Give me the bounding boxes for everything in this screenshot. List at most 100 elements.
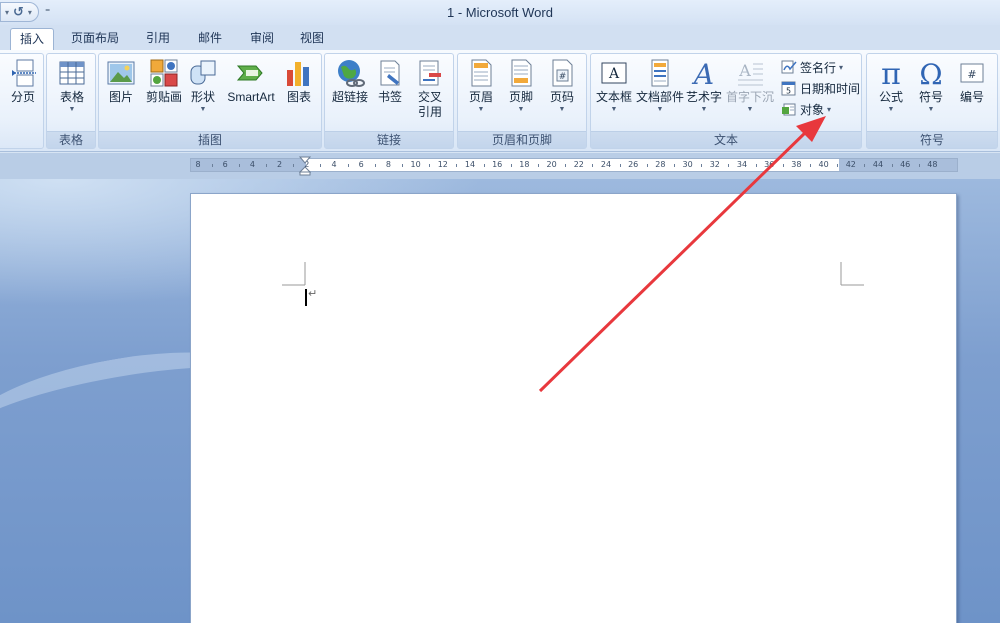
chart-icon: [287, 62, 309, 86]
pi-icon: π: [881, 58, 901, 88]
window-title: 1 - Microsoft Word: [447, 5, 553, 20]
dropdown-arrow-icon: ▼: [746, 106, 754, 113]
ruler-tick-mark: [374, 164, 376, 167]
crop-mark-top-right: [840, 262, 864, 286]
page-number-button[interactable]: # 页码 ▼: [544, 58, 580, 115]
footer-button[interactable]: 页脚 ▼: [504, 58, 538, 115]
ribbon: 分页 表格 ▼ 表格 图片 剪贴画 形状 ▼ SmartArt 图表 插图 超链…: [0, 50, 1000, 152]
ruler-tick-mark: [456, 164, 458, 167]
object-button[interactable]: 对象 ▾: [781, 100, 831, 118]
group-header-footer: 页眉 ▼ 页脚 ▼ # 页码 ▼ 页眉和页脚: [457, 53, 587, 149]
table-button[interactable]: 表格 ▼: [51, 58, 93, 115]
ruler-tick-mark: [891, 164, 893, 167]
quick-parts-icon: [651, 59, 669, 87]
hyperlink-button[interactable]: 超链接: [329, 58, 371, 105]
date-time-button[interactable]: 5 日期和时间: [781, 79, 860, 97]
ruler-tick-mark: [538, 164, 539, 167]
signature-line-button[interactable]: 签名行 ▾: [781, 58, 843, 76]
group-symbols: π 公式 ▼ Ω 符号 ▼ # 编号 符号: [866, 53, 998, 149]
cross-reference-button[interactable]: 交叉 引用: [411, 58, 449, 120]
dropdown-arrow-icon: ▾: [827, 104, 832, 114]
shapes-button[interactable]: 形状 ▼: [187, 58, 219, 115]
numbering-button[interactable]: # 编号: [953, 58, 991, 105]
ruler-tick-mark: [728, 164, 730, 167]
picture-button[interactable]: 图片: [103, 58, 139, 105]
text-cursor: [305, 289, 307, 306]
ruler-tick-label: 16: [492, 160, 503, 169]
bookmark-button[interactable]: 书签: [373, 58, 407, 105]
group-links: 超链接 书签 交叉 引用 链接: [324, 53, 454, 149]
hyperlink-icon: [338, 60, 365, 87]
ruler-tick-mark: [864, 164, 866, 167]
ruler-tick-label: 38: [791, 160, 802, 169]
ruler-tick-mark: [674, 164, 675, 167]
ruler-tick-label: 10: [410, 160, 421, 169]
indent-marker-icon[interactable]: [299, 156, 311, 176]
svg-text:#: #: [967, 68, 976, 81]
ruler-tick-label: 4: [331, 160, 337, 169]
dropdown-arrow-icon: ▼: [558, 106, 566, 113]
tab-page-layout[interactable]: 页面布局: [66, 28, 124, 50]
page-break-button[interactable]: 分页: [3, 58, 43, 105]
ruler-tick-mark: [619, 164, 621, 167]
clipart-button[interactable]: 剪贴画: [143, 58, 185, 105]
ruler-tick-mark: [782, 164, 784, 167]
group-label-text: 文本: [591, 131, 861, 148]
quick-parts-button[interactable]: 文档部件 ▼: [635, 58, 685, 115]
ruler-left-margin: [191, 159, 306, 171]
ruler-tick-label: 8: [195, 160, 201, 169]
ruler-tick-mark: [483, 164, 485, 167]
chart-button[interactable]: 图表: [281, 58, 317, 105]
shapes-icon: [190, 60, 216, 85]
header-button[interactable]: 页眉 ▼: [464, 58, 498, 115]
group-illustrations: 图片 剪贴画 形状 ▼ SmartArt 图表 插图: [98, 53, 322, 149]
ruler-tick-label: 6: [358, 160, 364, 169]
ruler-tick-label: 48: [927, 160, 938, 169]
ruler-tick-mark: [293, 164, 295, 167]
crop-mark-top-left: [282, 262, 306, 286]
textbox-icon: A: [601, 62, 627, 84]
ruler-tick-label: 24: [600, 160, 612, 169]
ruler-tick-mark: [646, 164, 648, 167]
watermark-url: jingyan.baidu.com: [768, 578, 925, 598]
svg-text:5: 5: [786, 87, 791, 96]
ruler-tick-label: 26: [628, 160, 639, 169]
tab-review[interactable]: 审阅: [240, 28, 284, 50]
header-icon: [471, 59, 492, 87]
tab-mailings[interactable]: 邮件: [188, 28, 232, 50]
wordart-button[interactable]: A 艺术字 ▼: [685, 58, 723, 115]
tab-references[interactable]: 引用: [136, 28, 180, 50]
omega-icon: Ω: [919, 58, 942, 88]
ruler-tick-mark: [755, 164, 757, 167]
ruler-tick-label: 32: [709, 160, 720, 169]
drop-cap-button[interactable]: A 首字下沉 ▼: [725, 58, 775, 115]
svg-text:Ω: Ω: [919, 58, 942, 88]
dropdown-arrow-icon: ▼: [887, 106, 895, 113]
textbox-button[interactable]: A 文本框 ▼: [595, 58, 633, 115]
ruler-tick-mark: [510, 164, 512, 167]
smartart-button[interactable]: SmartArt: [223, 58, 279, 105]
symbol-button[interactable]: Ω 符号 ▼: [913, 58, 949, 115]
page-number-icon: #: [552, 59, 573, 87]
ruler-tick-label: 14: [464, 160, 476, 169]
ruler-tick-label: 12: [437, 160, 448, 169]
ruler-tick-mark: [429, 164, 431, 167]
dropdown-arrow-icon: ▼: [199, 106, 207, 113]
tab-insert[interactable]: 插入: [10, 28, 54, 51]
ruler-tick-mark: [837, 164, 839, 167]
tab-view[interactable]: 视图: [290, 28, 334, 50]
ruler-tick-label: 30: [682, 160, 693, 169]
ruler-tick-label: 34: [736, 160, 748, 169]
clipart-icon: [150, 59, 178, 87]
smartart-icon: [236, 65, 263, 81]
equation-button[interactable]: π 公式 ▼: [873, 58, 909, 115]
group-pages: 分页: [0, 53, 44, 149]
ruler-tick-label: 20: [546, 160, 557, 169]
group-label-tables: 表格: [47, 131, 95, 148]
signature-line-icon: [781, 60, 797, 74]
numbering-icon: #: [960, 63, 984, 83]
watermark-logo: Baidu经验: [766, 539, 932, 623]
ruler-tick-mark: [565, 164, 567, 167]
watermark: Baidu经验 jingyan.baidu.com: [766, 520, 956, 623]
group-text: A 文本框 ▼ 文档部件 ▼ A 艺术字 ▼ A 首字下沉 ▼ 签名行 ▾ 5 …: [590, 53, 862, 149]
